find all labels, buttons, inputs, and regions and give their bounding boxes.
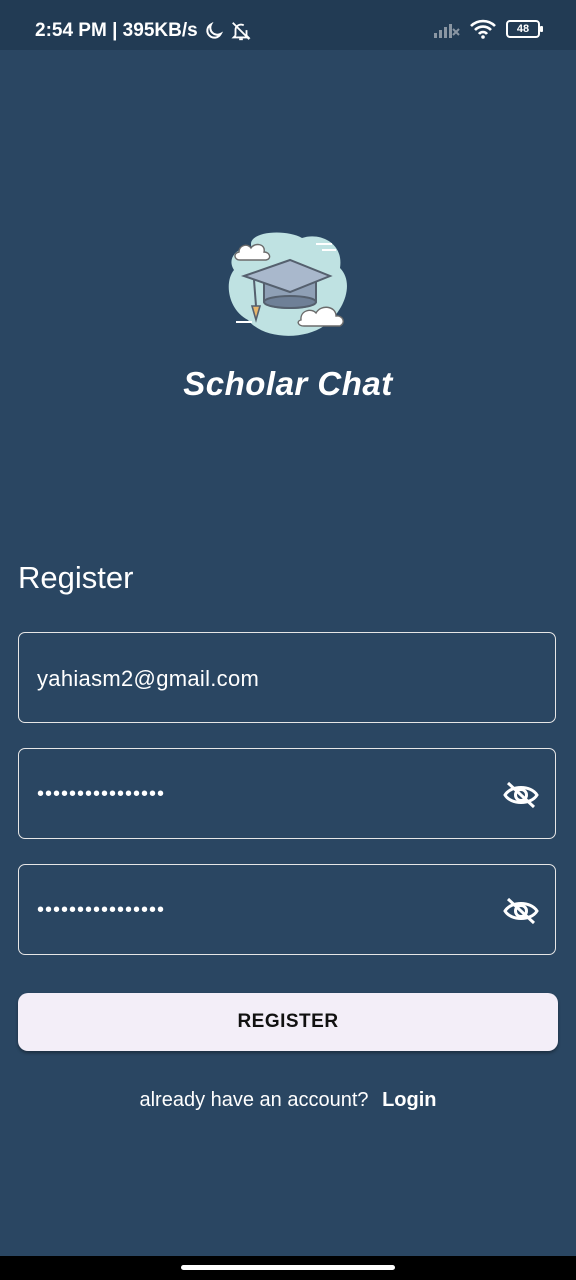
status-left: 2:54 PM | 395KB/s bbox=[35, 20, 252, 42]
wifi-icon bbox=[470, 19, 496, 39]
navigation-bar bbox=[0, 1256, 576, 1280]
eye-off-icon[interactable] bbox=[503, 780, 539, 810]
status-right: 48 bbox=[434, 19, 543, 39]
moon-icon bbox=[206, 21, 223, 39]
status-time-speed: 2:54 PM | 395KB/s bbox=[35, 20, 198, 41]
eye-off-icon[interactable] bbox=[503, 896, 539, 926]
login-prompt-row: already have an account? Login bbox=[0, 1089, 576, 1112]
confirm-password-input[interactable] bbox=[35, 865, 489, 956]
status-bar: 2:54 PM | 395KB/s 48 bbox=[0, 0, 576, 50]
home-indicator[interactable] bbox=[181, 1265, 395, 1270]
email-field[interactable] bbox=[18, 632, 556, 724]
password-input[interactable] bbox=[35, 749, 489, 840]
login-link[interactable]: Login bbox=[382, 1089, 436, 1111]
battery-icon: 48 bbox=[506, 20, 543, 38]
confirm-password-field[interactable] bbox=[18, 864, 556, 956]
register-button[interactable]: REGISTER bbox=[18, 993, 558, 1051]
bell-off-icon bbox=[231, 22, 251, 41]
battery-level: 48 bbox=[516, 23, 530, 35]
login-prompt-text: already have an account? bbox=[139, 1089, 369, 1111]
email-input[interactable] bbox=[35, 633, 489, 724]
app-title: Scholar Chat bbox=[183, 365, 393, 402]
register-heading: Register bbox=[18, 560, 134, 595]
signal-icon bbox=[434, 24, 460, 38]
password-field[interactable] bbox=[18, 748, 556, 840]
graduation-cap-icon bbox=[228, 232, 347, 336]
